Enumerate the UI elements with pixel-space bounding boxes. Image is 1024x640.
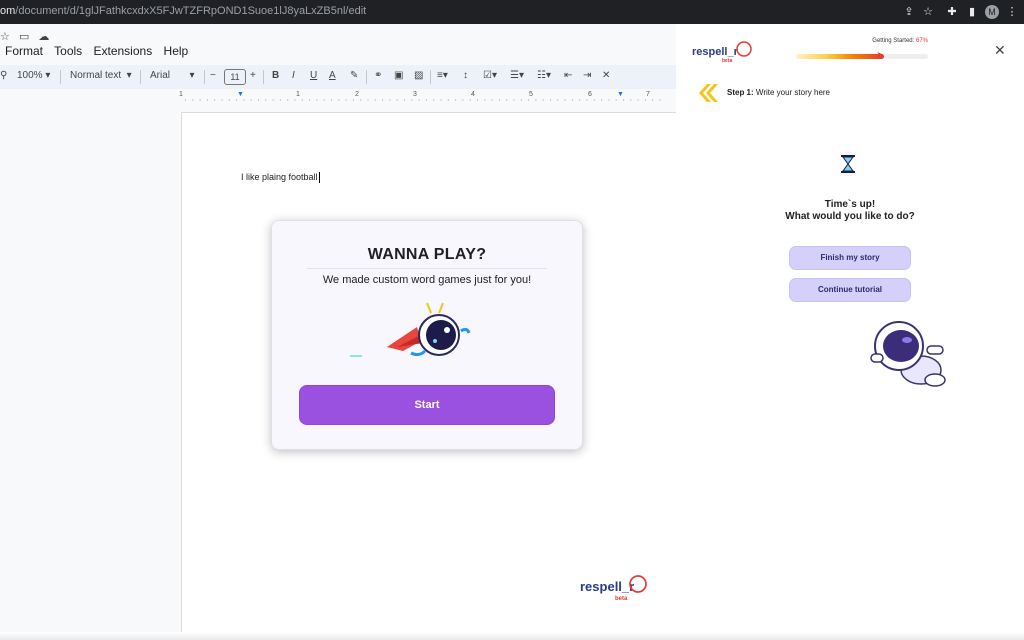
checklist-icon[interactable]: ☑▾	[483, 70, 497, 81]
modal-title: WANNA PLAY?	[367, 246, 487, 263]
flying-astronaut-illustration	[350, 302, 471, 357]
move-folder-icon[interactable]: ▭	[19, 31, 29, 43]
continue-tutorial-button[interactable]: Continue tutorial	[789, 278, 911, 302]
increase-indent-icon[interactable]: ⇥	[583, 70, 591, 81]
bullet-list-icon[interactable]: ☰▾	[510, 70, 524, 81]
image-icon[interactable]: ▨	[414, 70, 423, 81]
ruler-number: 7	[646, 91, 650, 98]
times-up-heading: Time`s up!	[824, 199, 876, 210]
ruler-ticks	[185, 99, 665, 101]
toolbar-divider	[430, 70, 431, 84]
profile-avatar[interactable]: M	[985, 5, 999, 19]
link-icon[interactable]: ⚭	[374, 70, 382, 81]
comment-icon[interactable]: ▣	[394, 70, 403, 81]
toolbar-divider	[60, 70, 61, 84]
close-icon[interactable]: ✕	[994, 42, 1006, 59]
progress-fill	[796, 54, 885, 59]
docs-ruler: 1 ▼ 1 2 3 4 5 6 ▼ 7	[0, 91, 676, 103]
svg-text:beta: beta	[722, 58, 733, 64]
hourglass-icon	[841, 155, 855, 173]
numbered-list-icon[interactable]: ☷▾	[537, 70, 551, 81]
paint-format-icon[interactable]: ⚲	[0, 70, 7, 81]
bottom-edge-shadow	[0, 632, 1024, 640]
document-body[interactable]: I like plaing football	[241, 172, 320, 184]
menu-extensions[interactable]: Extensions	[94, 44, 153, 58]
sidebar-toggle-icon[interactable]: ▮	[964, 4, 980, 20]
bold-icon[interactable]: B	[272, 70, 279, 81]
ruler-number: 4	[471, 91, 475, 98]
svg-text:respell_r: respell_r	[692, 46, 739, 58]
menu-tools[interactable]: Tools	[54, 44, 82, 58]
svg-text:beta: beta	[615, 596, 628, 602]
ruler-number: 1	[296, 91, 300, 98]
toolbar-divider	[204, 70, 205, 84]
progress-label: Getting Started: 67%	[872, 38, 928, 44]
zoom-select[interactable]: 100% ▾	[17, 70, 50, 81]
cloud-status-icon[interactable]: ☁	[38, 31, 49, 43]
step-arrow-icon	[699, 84, 718, 102]
clear-formatting-icon[interactable]: ✕	[602, 70, 610, 81]
style-select[interactable]: Normal text ▾	[70, 70, 132, 81]
respeller-footer-logo: respell_r beta	[580, 575, 647, 602]
finish-story-button[interactable]: Finish my story	[789, 246, 911, 270]
rocket-icon: ➤	[876, 50, 884, 59]
ruler-number: 6	[588, 91, 592, 98]
step-instruction: Step 1: Write your story here	[727, 88, 831, 97]
increase-font-size-button[interactable]: +	[250, 70, 256, 81]
font-size-input[interactable]: 11	[224, 69, 246, 85]
url-text[interactable]: om/document/d/1glJFathkcxdxX5FJwTZFRpOND…	[0, 5, 366, 17]
bookmark-star-icon[interactable]: ☆	[920, 4, 936, 20]
right-indent-marker-icon[interactable]: ▼	[617, 91, 624, 98]
progress-bar	[796, 54, 928, 59]
extensions-puzzle-icon[interactable]: ✚	[944, 4, 960, 20]
ruler-number: 3	[413, 91, 417, 98]
align-icon[interactable]: ≡▾	[437, 70, 448, 81]
times-up-question: What would you like to do?	[785, 211, 915, 222]
start-button[interactable]: Start	[299, 385, 555, 425]
modal-subtitle: We made custom word games just for you!	[322, 274, 532, 286]
ruler-number: 2	[355, 91, 359, 98]
star-icon[interactable]: ☆	[0, 31, 10, 43]
respeller-sidebar: respell_r beta Getting Started: 67% ➤ ✕ …	[676, 24, 1024, 640]
docs-toolbar: ⚲ 100% ▾ Normal text ▾ Arial ▾ − 11 + B …	[0, 65, 676, 89]
respeller-logo: respell_r beta	[692, 41, 752, 64]
underline-icon[interactable]: U	[310, 70, 317, 81]
word-game-modal: WANNA PLAY? We made custom word games ju…	[271, 220, 583, 450]
share-icon[interactable]: ⇪	[901, 4, 917, 20]
times-up-message: Time`s up! What would you like to do?	[676, 199, 1024, 223]
indent-marker-icon[interactable]: ▼	[237, 91, 244, 98]
ruler-number: 1	[179, 91, 183, 98]
browser-url-bar[interactable]: om/document/d/1glJFathkcxdxX5FJwTZFRpOND…	[0, 0, 1024, 24]
font-select[interactable]: Arial ▾	[150, 70, 194, 81]
menu-help[interactable]: Help	[164, 44, 189, 58]
text-caret	[318, 172, 320, 184]
floating-astronaut-illustration	[870, 321, 946, 387]
docs-menu-bar: Format Tools Extensions Help	[0, 44, 196, 60]
highlight-icon[interactable]: ✎	[350, 70, 358, 81]
svg-text:respell_r: respell_r	[580, 579, 634, 594]
toolbar-divider	[366, 70, 367, 84]
toolbar-divider	[140, 70, 141, 84]
decrease-indent-icon[interactable]: ⇤	[564, 70, 572, 81]
menu-format[interactable]: Format	[5, 44, 43, 58]
decrease-font-size-button[interactable]: −	[210, 70, 216, 81]
line-spacing-icon[interactable]: ↕	[463, 70, 468, 81]
italic-icon[interactable]: I	[292, 70, 295, 81]
docs-title-icons: ☆ ▭ ☁	[0, 30, 49, 43]
modal-divider	[307, 268, 547, 269]
text-color-icon[interactable]: A	[329, 70, 336, 81]
kebab-menu-icon[interactable]: ⋮	[1004, 4, 1020, 20]
ruler-number: 5	[529, 91, 533, 98]
toolbar-divider	[263, 70, 264, 84]
